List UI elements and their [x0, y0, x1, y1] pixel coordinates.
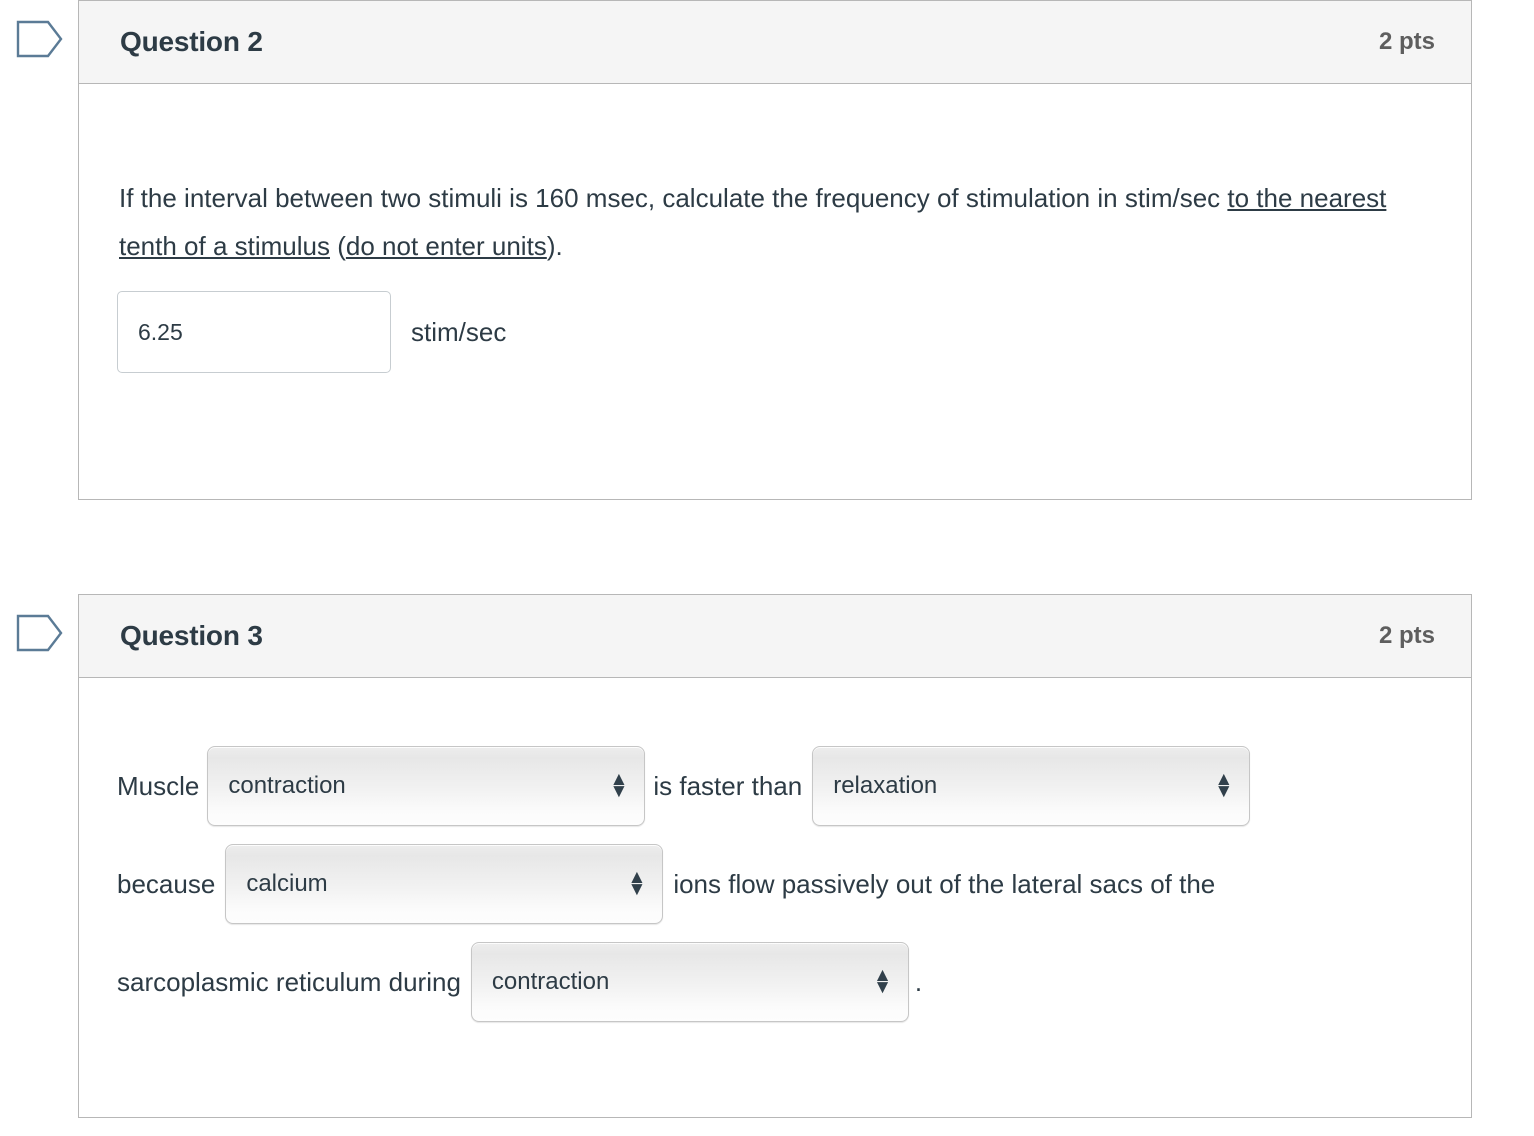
dropdown-calcium[interactable]: calcium ▲▼ [225, 844, 663, 924]
sentence-text-sarcoplasmic: sarcoplasmic reticulum during [117, 967, 461, 998]
prompt-part-3: ). [547, 231, 563, 261]
dropdown-value: contraction [228, 772, 345, 800]
sentence-text-ions-flow: ions flow passively out of the lateral s… [673, 869, 1215, 900]
sentence-text-is-faster-than: is faster than [653, 771, 802, 802]
chevron-updown-icon: ▲▼ [610, 774, 629, 798]
sentence-text-period: . [915, 967, 922, 998]
dropdown-contraction-1[interactable]: contraction ▲▼ [207, 746, 645, 826]
sentence-text-muscle: Muscle [117, 771, 199, 802]
prompt-part-1: If the interval between two stimuli is 1… [119, 183, 1227, 213]
fill-in-dropdowns: Muscle contraction ▲▼ is faster than rel… [117, 738, 1437, 1030]
sentence-text-because: because [117, 869, 215, 900]
question-points: 2 pts [1379, 622, 1435, 650]
page-title: Question 3 [120, 620, 263, 652]
question-points: 2 pts [1379, 28, 1435, 56]
sentence-line-3: sarcoplasmic reticulum during contractio… [117, 934, 1437, 1030]
chevron-updown-icon: ▲▼ [1214, 774, 1233, 798]
question-header: Question 2 2 pts [79, 1, 1471, 84]
numeric-answer-input[interactable] [117, 291, 391, 373]
answer-row: stim/sec [117, 291, 506, 373]
dropdown-value: contraction [492, 968, 609, 996]
sentence-line-1: Muscle contraction ▲▼ is faster than rel… [117, 738, 1437, 834]
prompt-underline-2: do not enter units [346, 231, 547, 261]
dropdown-value: calcium [246, 870, 327, 898]
answer-unit-label: stim/sec [411, 317, 506, 348]
bookmark-flag-icon[interactable] [14, 612, 66, 654]
prompt-part-2: ( [330, 231, 346, 261]
bookmark-flag-icon[interactable] [14, 18, 66, 60]
chevron-updown-icon: ▲▼ [873, 970, 892, 994]
question-header: Question 3 2 pts [79, 595, 1471, 678]
sentence-line-2: because calcium ▲▼ ions flow passively o… [117, 836, 1437, 932]
chevron-updown-icon: ▲▼ [628, 872, 647, 896]
dropdown-contraction-2[interactable]: contraction ▲▼ [471, 942, 909, 1022]
question-card: Question 2 2 pts If the interval between… [78, 0, 1472, 500]
question-prompt: If the interval between two stimuli is 1… [119, 174, 1399, 270]
dropdown-value: relaxation [833, 772, 937, 800]
question-card: Question 3 2 pts Muscle contraction ▲▼ i… [78, 594, 1472, 1118]
dropdown-relaxation[interactable]: relaxation ▲▼ [812, 746, 1250, 826]
page-title: Question 2 [120, 26, 263, 58]
